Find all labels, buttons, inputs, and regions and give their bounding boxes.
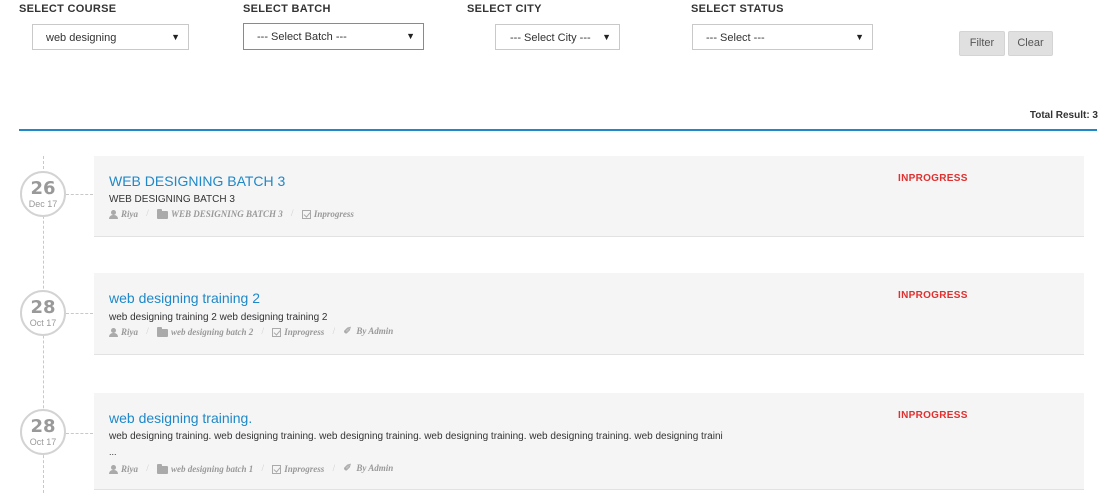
filter-button[interactable]: Filter: [959, 31, 1005, 56]
meta-by: By Admin: [356, 463, 394, 474]
date-badge: 26 Dec 17: [20, 171, 66, 217]
status-filter-label: SELECT STATUS: [691, 3, 784, 15]
course-select[interactable]: web designing ▼: [32, 24, 189, 50]
folder-icon: [157, 326, 169, 337]
chevron-down-icon: ▼: [406, 31, 415, 41]
status-badge: INPROGRESS: [898, 173, 968, 184]
meta-by: By Admin: [356, 326, 394, 337]
batch-description: web designing training 2 web designing t…: [109, 312, 328, 323]
divider: [19, 129, 1097, 131]
city-select[interactable]: --- Select City --- ▼: [495, 24, 620, 50]
user-icon: [109, 328, 118, 338]
status-badge: INPROGRESS: [898, 290, 968, 301]
date-month: Oct 17: [29, 318, 57, 328]
paperclip-icon: ✐: [343, 326, 352, 338]
batch-card: web designing training 2 web designing t…: [94, 273, 1084, 355]
folder-icon: [157, 463, 169, 474]
date-badge: 28 Oct 17: [20, 409, 66, 455]
filter-bar: SELECT COURSE web designing ▼ SELECT BAT…: [0, 0, 1109, 110]
batch-description: web designing training. web designing tr…: [109, 431, 723, 442]
meta-author: Riya: [121, 463, 138, 474]
paperclip-icon: ✐: [343, 463, 352, 475]
total-result: Total Result: 3: [1029, 110, 1098, 121]
meta-status: Inprogress: [284, 326, 325, 337]
chevron-down-icon: ▼: [855, 32, 864, 42]
check-icon: [272, 328, 282, 338]
check-icon: [301, 210, 311, 220]
user-icon: [109, 210, 118, 220]
course-filter-label: SELECT COURSE: [19, 3, 117, 15]
batch-description: WEB DESIGNING BATCH 3: [109, 194, 235, 205]
date-day: 26: [30, 178, 56, 199]
batch-meta: Riya / web designing batch 1 / Inprogres…: [109, 463, 394, 475]
batch-title-link[interactable]: WEB DESIGNING BATCH 3: [109, 173, 285, 189]
meta-batch: web designing batch 2: [171, 326, 254, 337]
timeline-connector: [66, 433, 93, 434]
batch-select[interactable]: --- Select Batch --- ▼: [243, 23, 424, 50]
date-day: 28: [30, 416, 56, 437]
user-icon: [109, 465, 118, 475]
description-ellipsis: ...: [109, 447, 117, 457]
batch-card: WEB DESIGNING BATCH 3 WEB DESIGNING BATC…: [94, 156, 1084, 237]
date-month: Oct 17: [29, 437, 57, 447]
chevron-down-icon: ▼: [602, 32, 611, 42]
meta-status: Inprogress: [313, 208, 354, 219]
meta-status: Inprogress: [284, 463, 325, 474]
meta-author: Riya: [121, 208, 138, 219]
city-select-value: --- Select City ---: [510, 32, 591, 44]
date-month: Dec 17: [28, 199, 58, 209]
status-badge: INPROGRESS: [898, 410, 968, 421]
batch-filter-label: SELECT BATCH: [243, 3, 331, 15]
city-filter-label: SELECT CITY: [467, 3, 542, 15]
batch-card: web designing training. web designing tr…: [94, 393, 1084, 490]
status-select[interactable]: --- Select --- ▼: [692, 24, 873, 50]
folder-icon: [157, 208, 169, 219]
batch-select-value: --- Select Batch ---: [257, 31, 347, 43]
clear-button[interactable]: Clear: [1008, 31, 1053, 56]
date-day: 28: [30, 297, 56, 318]
batch-meta: Riya / WEB DESIGNING BATCH 3 / Inprogres…: [109, 208, 354, 220]
check-icon: [272, 465, 282, 475]
meta-batch: web designing batch 1: [171, 463, 254, 474]
batch-title-link[interactable]: web designing training.: [109, 410, 252, 426]
batch-meta: Riya / web designing batch 2 / Inprogres…: [109, 326, 394, 338]
meta-batch: WEB DESIGNING BATCH 3: [171, 208, 283, 219]
course-select-value: web designing: [46, 32, 117, 44]
batch-title-link[interactable]: web designing training 2: [109, 290, 260, 306]
chevron-down-icon: ▼: [171, 32, 180, 42]
timeline-connector: [66, 194, 93, 195]
meta-author: Riya: [121, 326, 138, 337]
timeline-connector: [66, 313, 93, 314]
status-select-value: --- Select ---: [706, 32, 765, 44]
date-badge: 28 Oct 17: [20, 290, 66, 336]
